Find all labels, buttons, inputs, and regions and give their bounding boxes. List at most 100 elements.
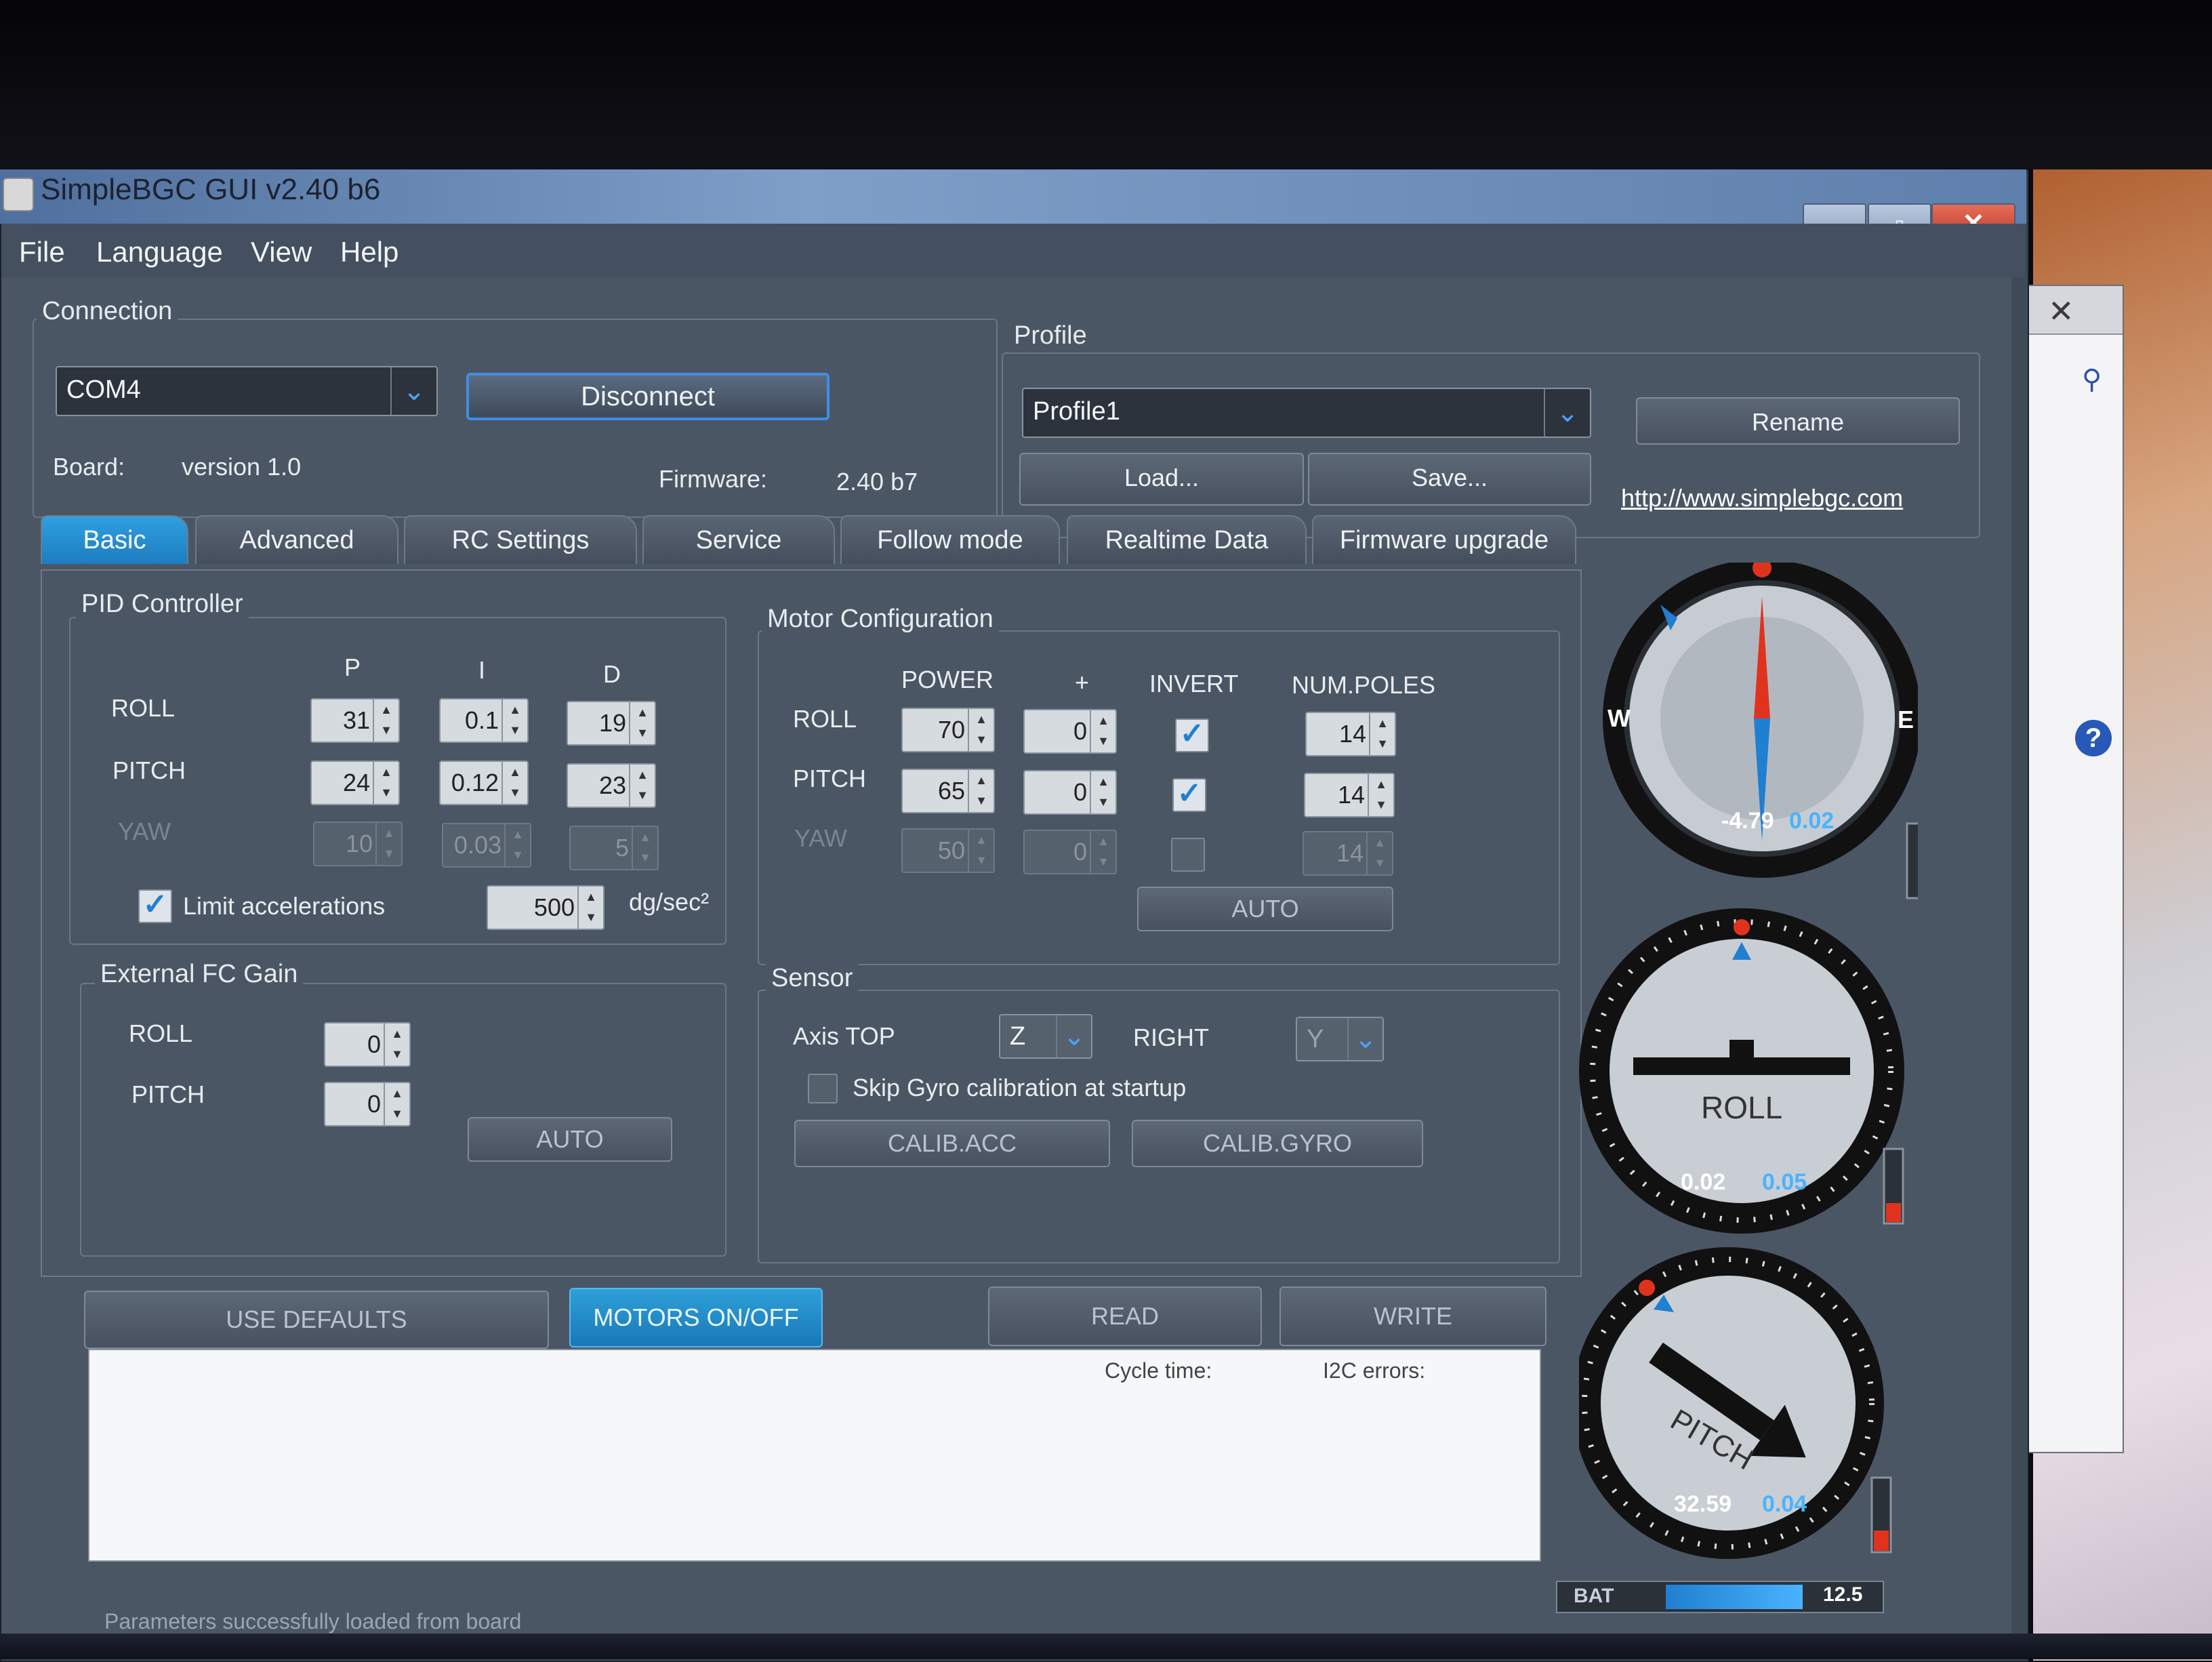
axis-top-label: Axis TOP bbox=[793, 1022, 895, 1050]
motor-pitch-plus[interactable]: 0 ▲ ▼ bbox=[1023, 770, 1117, 815]
compass-west-label: W bbox=[1607, 704, 1631, 732]
motor-auto-button[interactable]: AUTO bbox=[1137, 887, 1393, 931]
pid-roll-d[interactable]: 19 ▲ ▼ bbox=[567, 701, 656, 746]
spinner-arrows-icon[interactable]: ▲ ▼ bbox=[968, 709, 994, 751]
motor-roll-plus[interactable]: 0 ▲ ▼ bbox=[1023, 709, 1117, 754]
pid-pitch-p[interactable]: 24 ▲ ▼ bbox=[310, 761, 400, 805]
motor-pitch-invert-checkbox[interactable]: ✓ bbox=[1172, 778, 1206, 812]
battery-level-fill bbox=[1666, 1585, 1803, 1609]
tab-advanced[interactable]: Advanced bbox=[195, 515, 398, 564]
motors-onoff-button[interactable]: MOTORS ON/OFF bbox=[569, 1288, 823, 1347]
limit-accelerations-value[interactable]: 500 ▲ ▼ bbox=[487, 885, 605, 930]
external-fc-pitch-gain[interactable]: 0 ▲ ▼ bbox=[324, 1082, 411, 1127]
pid-title: PID Controller bbox=[76, 590, 249, 619]
pid-header-p: P bbox=[344, 653, 361, 681]
motor-roll-power[interactable]: 70 ▲ ▼ bbox=[901, 708, 995, 752]
i2c-errors-label: I2C errors: bbox=[1323, 1358, 1426, 1383]
spinner-arrows-icon[interactable]: ▲ ▼ bbox=[501, 700, 527, 742]
rename-button[interactable]: Rename bbox=[1636, 397, 1960, 445]
search-icon[interactable]: ⚲ bbox=[2082, 364, 2102, 395]
battery-label: BAT bbox=[1574, 1585, 1614, 1607]
axis-top-value: Z bbox=[1010, 1022, 1026, 1051]
help-icon[interactable]: ? bbox=[2075, 720, 2112, 756]
pid-pitch-label: PITCH bbox=[112, 756, 186, 784]
profile-select[interactable]: Profile1 ⌄ bbox=[1022, 388, 1591, 438]
motor-yaw-poles: 14 ▲ ▼ bbox=[1303, 831, 1393, 876]
tab-follow-mode[interactable]: Follow mode bbox=[840, 515, 1060, 564]
roll-level-fill bbox=[1886, 1203, 1901, 1222]
close-icon[interactable]: ✕ bbox=[2048, 293, 2074, 329]
pid-pitch-d[interactable]: 23 ▲ ▼ bbox=[567, 763, 656, 808]
spinner-arrows-icon[interactable]: ▲ ▼ bbox=[1090, 771, 1115, 813]
use-defaults-button[interactable]: USE DEFAULTS bbox=[84, 1291, 549, 1349]
disconnect-button[interactable]: Disconnect bbox=[466, 373, 830, 420]
yaw-compass: W E -4.79 0.02 bbox=[1603, 563, 1918, 878]
write-button[interactable]: WRITE bbox=[1279, 1286, 1547, 1346]
spinner-arrows-icon[interactable]: ▲ ▼ bbox=[384, 1023, 409, 1066]
spinner-arrows-icon[interactable]: ▲ ▼ bbox=[968, 770, 994, 812]
motor-roll-poles[interactable]: 14 ▲ ▼ bbox=[1305, 712, 1396, 756]
axis-top-select[interactable]: Z ⌄ bbox=[999, 1014, 1092, 1059]
motor-roll-invert-checkbox[interactable]: ✓ bbox=[1175, 718, 1209, 752]
limit-accelerations-label: Limit accelerations bbox=[183, 892, 386, 920]
attitude-gauges: W E -4.79 0.02 ROLL 0.02 0.05 PITCH 32.5… bbox=[1579, 563, 1918, 1559]
status-message: Parameters successfully loaded from boar… bbox=[104, 1609, 522, 1634]
spinner-arrows-icon[interactable]: ▲ ▼ bbox=[577, 887, 603, 929]
port-select[interactable]: COM4 ⌄ bbox=[56, 366, 438, 416]
pid-yaw-i: 0.03 ▲ ▼ bbox=[442, 823, 531, 868]
motor-pitch-power[interactable]: 65 ▲ ▼ bbox=[901, 769, 995, 813]
calib-acc-button[interactable]: CALIB.ACC bbox=[794, 1120, 1110, 1167]
pitch-zero-marker-icon bbox=[1639, 1280, 1655, 1296]
spinner-arrows-icon[interactable]: ▲ ▼ bbox=[373, 700, 398, 742]
external-fc-roll-gain[interactable]: 0 ▲ ▼ bbox=[324, 1022, 411, 1067]
external-fc-title: External FC Gain bbox=[95, 960, 304, 989]
menu-language[interactable]: Language bbox=[96, 236, 223, 268]
limit-accelerations-checkbox[interactable]: ✓ bbox=[138, 889, 172, 923]
firmware-label: Firmware: bbox=[659, 465, 767, 493]
roll-angle-value: 0.02 bbox=[1681, 1169, 1725, 1195]
log-area[interactable]: Cycle time: I2C errors: bbox=[88, 1349, 1541, 1562]
tab-rc-settings[interactable]: RC Settings bbox=[404, 515, 637, 564]
spinner-arrows-icon[interactable]: ▲ ▼ bbox=[629, 702, 655, 744]
tab-firmware-upgrade[interactable]: Firmware upgrade bbox=[1312, 515, 1576, 564]
pid-roll-i[interactable]: 0.1 ▲ ▼ bbox=[439, 698, 529, 743]
motor-yaw-plus-value: 0 bbox=[1073, 838, 1087, 866]
chevron-down-icon: ⌄ bbox=[1544, 389, 1590, 437]
motor-pitch-label: PITCH bbox=[793, 765, 866, 792]
read-button[interactable]: READ bbox=[988, 1286, 1262, 1346]
tab-realtime-data[interactable]: Realtime Data bbox=[1067, 515, 1307, 564]
skip-gyro-checkbox[interactable] bbox=[808, 1074, 838, 1103]
spinner-arrows-icon[interactable]: ▲ ▼ bbox=[384, 1083, 409, 1125]
load-button[interactable]: Load... bbox=[1019, 453, 1304, 506]
menu-view[interactable]: View bbox=[251, 236, 312, 268]
spinner-arrows-icon[interactable]: ▲ ▼ bbox=[1090, 710, 1115, 752]
motor-pitch-poles[interactable]: 14 ▲ ▼ bbox=[1304, 773, 1395, 817]
motor-yaw-plus: 0 ▲ ▼ bbox=[1023, 830, 1117, 874]
yaw-angle-value: -4.79 bbox=[1721, 808, 1774, 834]
cycle-time-label: Cycle time: bbox=[1105, 1358, 1212, 1383]
pid-roll-p[interactable]: 31 ▲ ▼ bbox=[310, 698, 400, 743]
right-axis-select[interactable]: Y ⌄ bbox=[1296, 1017, 1384, 1061]
app-icon bbox=[3, 178, 34, 211]
pid-pitch-p-value: 24 bbox=[342, 769, 370, 796]
tab-service[interactable]: Service bbox=[642, 515, 835, 564]
pid-pitch-i[interactable]: 0.12 ▲ ▼ bbox=[439, 761, 529, 805]
spinner-arrows-icon[interactable]: ▲ ▼ bbox=[501, 762, 527, 804]
limit-accelerations-number: 500 bbox=[533, 893, 575, 921]
spinner-arrows-icon[interactable]: ▲ ▼ bbox=[629, 765, 655, 807]
right-label: RIGHT bbox=[1133, 1023, 1209, 1051]
board-value: version 1.0 bbox=[182, 453, 302, 481]
spinner-arrows-icon[interactable]: ▲ ▼ bbox=[1368, 774, 1393, 816]
pid-header-i: I bbox=[478, 656, 486, 684]
tab-basic[interactable]: Basic bbox=[41, 515, 188, 564]
menu-file[interactable]: File bbox=[19, 236, 65, 268]
spinner-arrows-icon[interactable]: ▲ ▼ bbox=[1369, 713, 1395, 755]
external-fc-auto-button[interactable]: AUTO bbox=[468, 1117, 672, 1162]
calib-gyro-button[interactable]: CALIB.GYRO bbox=[1132, 1120, 1423, 1167]
save-button[interactable]: Save... bbox=[1308, 453, 1591, 506]
simplebgc-link[interactable]: http://www.simplebgc.com bbox=[1621, 484, 1903, 512]
motor-header-power: POWER bbox=[901, 666, 994, 693]
menu-help[interactable]: Help bbox=[340, 236, 398, 268]
pid-pitch-i-value: 0.12 bbox=[451, 769, 499, 796]
spinner-arrows-icon[interactable]: ▲ ▼ bbox=[373, 762, 398, 804]
